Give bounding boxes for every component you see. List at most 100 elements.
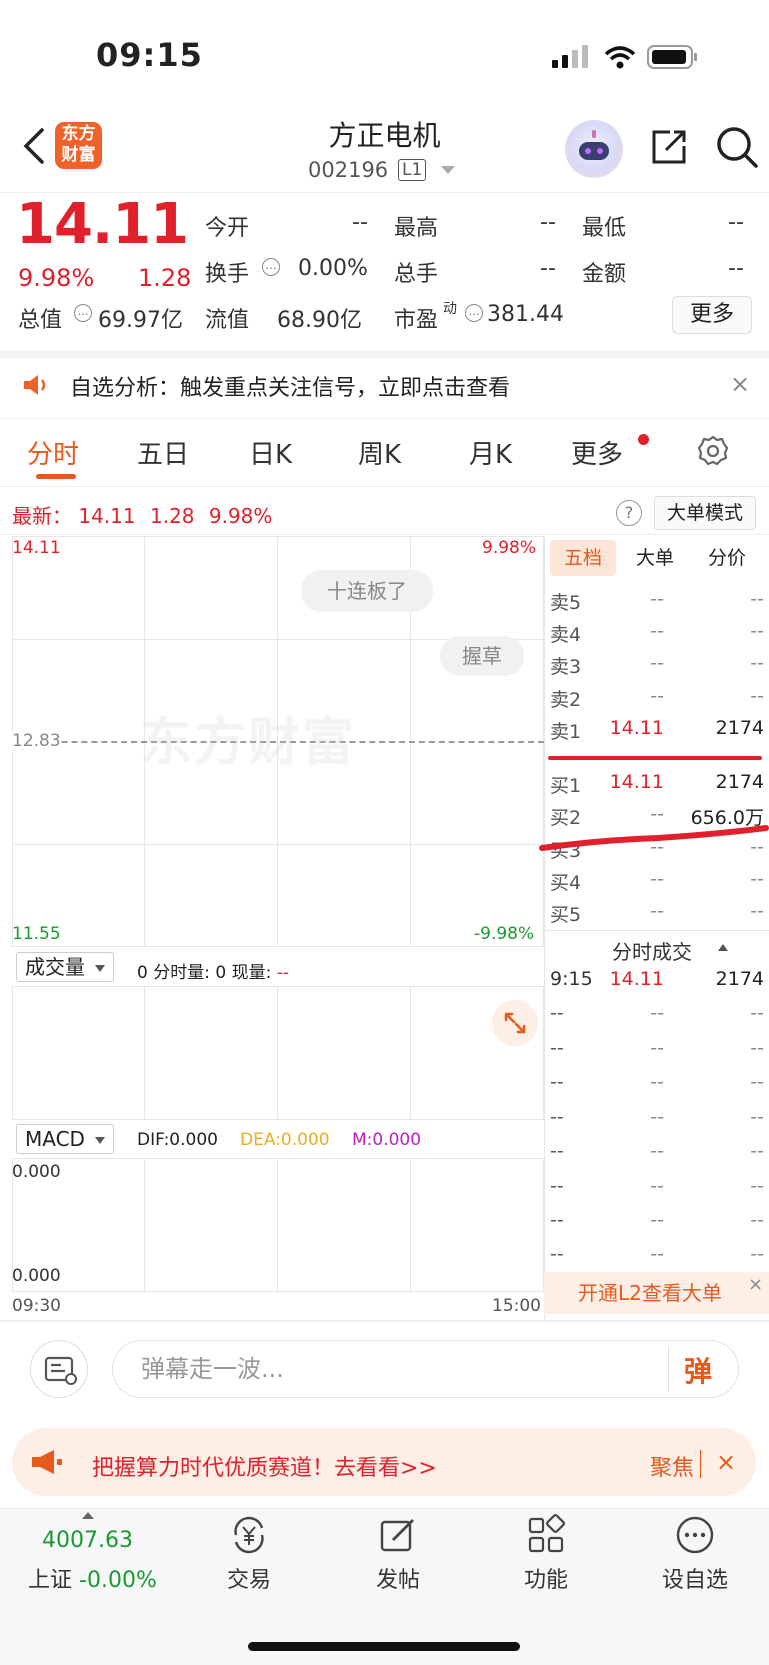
tab-daily-k[interactable]: 日K [249, 434, 292, 471]
volume-indicator-select[interactable]: 成交量 [16, 952, 114, 982]
quote-label-pe: 市盈 [394, 308, 439, 333]
index-expand-icon[interactable] [82, 1512, 94, 1519]
macd-m: M:0.000 [352, 1130, 422, 1150]
volume-select-label: 成交量 [25, 955, 85, 979]
promo-text[interactable]: 把握算力时代优质赛道！去看看>> [92, 1450, 437, 1482]
level-label: 买1 [550, 775, 582, 797]
functions-grid-icon[interactable] [525, 1514, 567, 1556]
tab-more[interactable]: 更多 [571, 434, 623, 471]
tick-row: -- -- -- [550, 1106, 764, 1136]
watermark: 东方财富 [140, 713, 357, 773]
ask-row[interactable]: 卖2 -- -- [550, 685, 764, 715]
post-icon[interactable] [377, 1514, 419, 1556]
level-price: -- [650, 900, 664, 922]
nav-post[interactable]: 发帖 [343, 1562, 453, 1594]
quote-value-volume: -- [540, 256, 556, 281]
sort-up-icon[interactable] [718, 944, 728, 951]
volume-chart[interactable] [12, 986, 544, 1120]
status-time: 09:15 [96, 36, 203, 74]
level-badge[interactable]: L1 [398, 159, 427, 181]
quote-label-amount: 金额 [582, 262, 627, 287]
nav-functions[interactable]: 功能 [491, 1562, 601, 1594]
alert-close-icon[interactable]: × [730, 370, 750, 398]
latest-label: 最新： [12, 504, 72, 528]
quote-value-low: -- [728, 210, 744, 235]
mktcap-info-icon[interactable]: … [74, 304, 92, 322]
level-price: -- [650, 685, 664, 707]
active-tab-indicator [36, 474, 76, 479]
current-price: 14.11 [16, 192, 189, 257]
tab-five-levels[interactable]: 五档 [550, 540, 616, 576]
big-order-mode-button[interactable]: 大单模式 [654, 496, 756, 530]
send-danmu-button[interactable]: 弹 [684, 1350, 712, 1390]
quote-label-float: 流值 [205, 308, 250, 333]
danmu-input[interactable]: 弹幕走一波... [112, 1340, 739, 1398]
bid-row[interactable]: 买1 14.11 2174 [550, 771, 764, 801]
index-ticker[interactable]: 上证 -0.00% [28, 1562, 157, 1594]
ask-row[interactable]: 卖3 -- -- [550, 652, 764, 682]
promo-close-icon[interactable]: × [716, 1448, 736, 1476]
index-value[interactable]: 4007.63 [42, 1528, 133, 1553]
tab-five-day[interactable]: 五日 [137, 434, 189, 471]
level-label: 卖3 [550, 656, 582, 678]
turnover-info-icon[interactable]: … [262, 258, 280, 276]
quote-value-amount: -- [728, 256, 744, 281]
current-volume: -- [276, 963, 289, 983]
time-axis-end: 15:00 [492, 1296, 541, 1316]
tab-big-orders[interactable]: 大单 [622, 540, 688, 576]
l2-banner-close-icon[interactable]: × [748, 1274, 763, 1295]
macd-indicator-select[interactable]: MACD [16, 1124, 114, 1154]
ask-row[interactable]: 卖1 14.11 2174 [550, 717, 764, 747]
promo-tag[interactable]: 聚焦 [650, 1450, 694, 1482]
search-icon[interactable] [714, 124, 760, 170]
help-icon[interactable]: ? [616, 500, 642, 526]
tab-monthly-k[interactable]: 月K [469, 434, 512, 471]
tab-price-distribution[interactable]: 分价 [694, 540, 760, 576]
danmu-bubble[interactable]: 握草 [440, 636, 524, 676]
code-dropdown-icon[interactable] [441, 166, 455, 174]
latest-change: 1.28 [149, 504, 195, 528]
tick-time: -- [550, 1209, 564, 1231]
quote-value-high: -- [540, 210, 556, 235]
danmu-bubble[interactable]: 十连板了 [301, 570, 433, 612]
danmu-settings-icon [44, 1356, 77, 1385]
grid-line [144, 1158, 145, 1292]
tick-row: -- -- -- [550, 1002, 764, 1032]
latest-quote-line: 最新： 14.11 1.28 9.98% [12, 500, 272, 529]
ai-assistant-icon[interactable] [565, 120, 623, 178]
stock-code[interactable]: 002196 [308, 158, 388, 182]
ticks-title[interactable]: 分时成交 [612, 936, 692, 965]
share-icon[interactable] [648, 126, 690, 168]
l2-upgrade-banner[interactable]: 开通L2查看大单 [544, 1272, 769, 1314]
level-volume: -- [750, 685, 764, 707]
nav-add-watchlist[interactable]: 设自选 [640, 1562, 750, 1594]
notification-dot [638, 434, 649, 445]
danmu-settings-button[interactable] [30, 1340, 88, 1398]
level-volume: -- [750, 652, 764, 674]
pe-info-icon[interactable]: … [465, 304, 483, 322]
tick-price: -- [650, 1243, 664, 1265]
input-divider [668, 1346, 669, 1392]
trade-icon[interactable] [228, 1514, 270, 1556]
more-quote-button[interactable]: 更多 [672, 296, 752, 334]
tick-row: -- -- -- [550, 1243, 764, 1273]
ask-row[interactable]: 卖4 -- -- [550, 620, 764, 650]
bid-row[interactable]: 买5 -- -- [550, 900, 764, 930]
level-volume: -- [750, 588, 764, 610]
macd-chart[interactable] [12, 1158, 544, 1292]
quote-value-turnover: 0.00% [298, 256, 368, 281]
nav-trade[interactable]: 交易 [194, 1562, 304, 1594]
quote-label-mktcap: 总值 [18, 308, 63, 333]
time-axis-start: 09:30 [12, 1296, 61, 1316]
tick-time: -- [550, 1243, 564, 1265]
index-change: -0.00% [79, 1568, 157, 1593]
watchlist-more-icon[interactable] [674, 1514, 716, 1556]
bid-row[interactable]: 买4 -- -- [550, 868, 764, 898]
tab-weekly-k[interactable]: 周K [358, 434, 401, 471]
ask-row[interactable]: 卖5 -- -- [550, 588, 764, 618]
alert-message[interactable]: 自选分析：触发重点关注信号，立即点击查看 [70, 370, 510, 402]
settings-gear-icon[interactable] [696, 434, 730, 468]
tab-intraday[interactable]: 分时 [27, 434, 79, 471]
expand-chart-button[interactable] [492, 1000, 538, 1046]
pct-axis-bottom: -9.98% [474, 924, 535, 944]
